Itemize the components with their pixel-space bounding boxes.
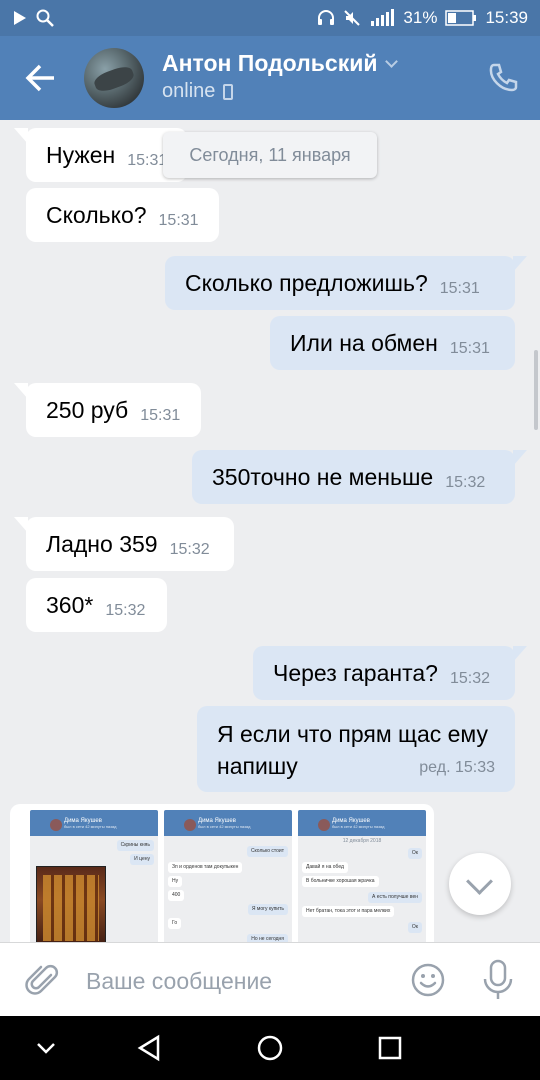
message-outgoing[interactable]: Через гаранта? 15:32 bbox=[253, 646, 527, 700]
message-text: Нужен bbox=[46, 141, 116, 168]
message-text: Ладно 359 bbox=[46, 530, 158, 557]
message-text: Через гаранта? bbox=[273, 659, 438, 686]
contact-status: online bbox=[162, 80, 234, 103]
mini-message: Ок bbox=[407, 922, 422, 933]
mini-header: Дима Якушев был в сети 42 минуты назад bbox=[298, 810, 426, 836]
recents-nav-icon[interactable] bbox=[374, 1032, 406, 1064]
battery-icon bbox=[445, 10, 477, 26]
mute-icon bbox=[344, 10, 361, 26]
mini-message: Нет братан, тока этот и пара мелких bbox=[302, 906, 395, 917]
message-time: 15:32 bbox=[445, 474, 486, 491]
phone-icon[interactable] bbox=[488, 62, 518, 92]
composer bbox=[0, 942, 540, 1016]
mini-header: Дима Якушев был в сети 42 минуты назад bbox=[30, 810, 158, 836]
chat-header: Антон Подольский online bbox=[0, 36, 540, 120]
message-time: ред. 15:33 bbox=[419, 759, 495, 776]
mobile-device-icon bbox=[223, 83, 234, 100]
message-text: 250 руб bbox=[46, 396, 129, 423]
message-text: 360* bbox=[46, 591, 94, 618]
mini-message: Я могу купить bbox=[247, 904, 288, 915]
mini-message: Скрины княь bbox=[116, 840, 154, 851]
mini-message: Ну bbox=[168, 876, 183, 887]
back-arrow-icon[interactable] bbox=[20, 60, 60, 96]
emoji-icon[interactable] bbox=[410, 962, 446, 998]
microphone-icon[interactable] bbox=[480, 959, 516, 1001]
message-time: 15:32 bbox=[169, 541, 210, 558]
back-nav-icon[interactable] bbox=[134, 1032, 166, 1064]
message-incoming[interactable]: 360* 15:32 bbox=[26, 578, 167, 632]
message-incoming[interactable]: Ладно 359 15:32 bbox=[14, 517, 234, 571]
mini-status: был в сети 42 минуты назад bbox=[198, 824, 251, 829]
mini-message: И цену bbox=[130, 854, 154, 865]
headset-icon bbox=[318, 10, 335, 25]
message-list[interactable]: Нужен 15:31 Сегодня, 11 января Сколько? 15… bbox=[0, 120, 540, 942]
mini-message: Ок bbox=[407, 848, 422, 859]
photo-attachment[interactable]: Дима Якушев был в сети 42 минуты назад Ск… bbox=[10, 804, 434, 942]
contact-status-text: online bbox=[162, 80, 216, 102]
signal-icon bbox=[371, 9, 395, 26]
message-time: 15:31 bbox=[449, 340, 490, 357]
mini-message: Зп и орденов там докупыкен bbox=[168, 862, 243, 873]
mini-message: Сколько стоит bbox=[246, 846, 288, 857]
attachment-screenshot[interactable]: Дима Якушев был в сети 42 минуты назад Ск… bbox=[30, 810, 158, 942]
chevron-down-icon bbox=[385, 55, 399, 68]
mini-date: 12 декабря 2018 bbox=[342, 838, 382, 844]
message-input[interactable] bbox=[86, 961, 386, 1001]
mini-status: был в сети 42 минуты назад bbox=[332, 824, 385, 829]
attachment-screenshot[interactable]: Дима Якушев был в сети 42 минуты назад 12… bbox=[298, 810, 426, 942]
status-time: 15:39 bbox=[485, 8, 528, 27]
message-outgoing[interactable]: 350точно не меньше 15:32 bbox=[192, 450, 527, 504]
game-screenshot-image bbox=[36, 866, 106, 942]
scrollbar[interactable] bbox=[534, 350, 538, 430]
battery-percent: 31% bbox=[403, 8, 438, 27]
mini-status: был в сети 42 минуты назад bbox=[64, 824, 117, 829]
mini-message: Но не сегодня bbox=[247, 934, 288, 942]
status-bar: 31% 15:39 bbox=[0, 0, 540, 36]
message-outgoing[interactable]: Я если что прям щас ему напишу ред. 15:3… bbox=[197, 706, 515, 792]
mini-message: 400 bbox=[168, 890, 185, 901]
contact-name-text: Антон Подольский bbox=[162, 50, 378, 76]
message-outgoing[interactable]: Сколько предложишь? 15:31 bbox=[165, 256, 527, 310]
mini-message: Го bbox=[168, 918, 182, 929]
scroll-down-button[interactable] bbox=[449, 853, 511, 915]
message-text: 350точно не меньше bbox=[212, 463, 434, 490]
attachment-screenshot[interactable]: Дима Якушев был в сети 42 минуты назад Ск… bbox=[164, 810, 292, 942]
mini-message: А есть получше вен bbox=[367, 892, 422, 903]
message-incoming[interactable]: 250 руб 15:31 bbox=[14, 383, 201, 437]
home-nav-icon[interactable] bbox=[254, 1032, 286, 1064]
message-incoming[interactable]: Сколько? 15:31 bbox=[26, 188, 219, 242]
hide-keyboard-icon[interactable] bbox=[30, 1032, 62, 1064]
message-time: 15:31 bbox=[439, 280, 480, 297]
message-outgoing[interactable]: Или на обмен 15:31 bbox=[270, 316, 515, 370]
message-text-line: Я если что прям щас ему bbox=[217, 721, 489, 747]
date-divider: Сегодня, 11 января bbox=[163, 132, 377, 178]
message-time: 15:32 bbox=[105, 602, 146, 619]
message-text: Сколько? bbox=[46, 201, 147, 228]
paperclip-icon[interactable] bbox=[24, 961, 62, 999]
mini-message: Давай я на обед bbox=[302, 862, 348, 873]
message-time: 15:31 bbox=[158, 212, 199, 229]
mini-message: В больничке хорошая жрачка bbox=[302, 876, 379, 887]
message-text: Сколько предложишь? bbox=[185, 269, 428, 296]
message-time: 15:32 bbox=[449, 670, 490, 687]
mini-header: Дима Якушев был в сети 42 минуты назад bbox=[164, 810, 292, 836]
search-icon bbox=[36, 9, 54, 27]
message-time: 15:31 bbox=[140, 407, 181, 424]
contact-name[interactable]: Антон Подольский bbox=[162, 50, 399, 77]
play-icon bbox=[14, 11, 26, 25]
system-nav-bar bbox=[0, 1016, 540, 1080]
avatar[interactable] bbox=[84, 48, 144, 108]
message-text: Или на обмен bbox=[290, 329, 438, 356]
message-time: 15:31 bbox=[127, 152, 168, 169]
